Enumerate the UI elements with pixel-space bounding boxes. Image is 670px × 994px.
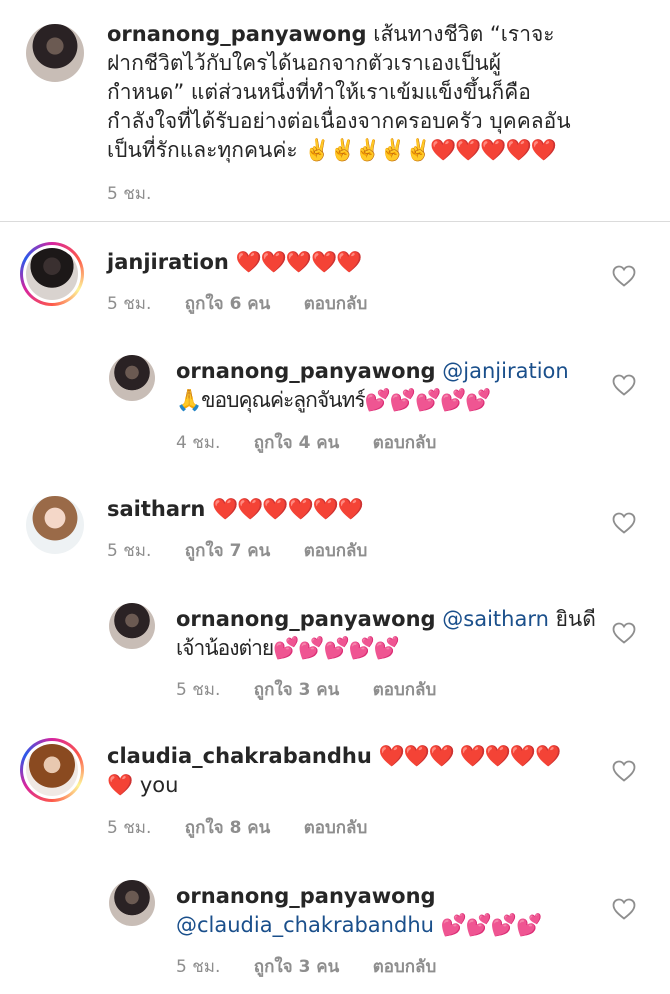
comment-body: ❤️❤️❤️ ❤️❤️❤️❤️: [378, 744, 562, 768]
like-heart-icon[interactable]: [612, 512, 636, 534]
likes-count[interactable]: ถูกใจ 7 คน: [185, 541, 271, 561]
reply-meta: 5 ชม. ถูกใจ 3 คน ตอบกลับ: [176, 953, 464, 980]
reply-button[interactable]: ตอบกลับ: [304, 541, 368, 561]
reply-meta: 4 ชม. ถูกใจ 4 คน ตอบกลับ: [176, 429, 464, 456]
caption-emoji: ✌️✌️✌️✌️✌️❤️❤️❤️❤️❤️: [304, 138, 556, 162]
reply-body-line2: เจ้าน้องต่าย💕💕💕💕💕: [176, 636, 400, 660]
likes-count[interactable]: ถูกใจ 8 คน: [185, 818, 271, 838]
likes-count[interactable]: ถูกใจ 3 คน: [254, 957, 340, 977]
reply-text: ornanong_panyawong @janjiration 🙏ขอบคุณค…: [176, 357, 596, 415]
mention-link[interactable]: @saitharn: [442, 607, 549, 631]
like-heart-icon[interactable]: [612, 760, 636, 782]
reply-body-line1: ยินดี: [555, 607, 596, 631]
like-heart-icon[interactable]: [612, 898, 636, 920]
reply-button[interactable]: ตอบกลับ: [304, 294, 368, 314]
comment-time: 5 ชม.: [107, 541, 152, 561]
reply-button[interactable]: ตอบกลับ: [373, 433, 437, 453]
mention-link[interactable]: @janjiration: [442, 359, 568, 383]
comment-meta: 5 ชม. ถูกใจ 7 คน ตอบกลับ: [107, 537, 395, 564]
caption-avatar[interactable]: [26, 24, 84, 82]
like-heart-icon[interactable]: [612, 374, 636, 396]
reply-button[interactable]: ตอบกลับ: [304, 818, 368, 838]
like-heart-icon[interactable]: [612, 622, 636, 644]
reply-button[interactable]: ตอบกลับ: [373, 680, 437, 700]
reply-username[interactable]: ornanong_panyawong: [176, 884, 436, 908]
comment-time: 5 ชม.: [107, 294, 152, 314]
like-heart-icon[interactable]: [612, 265, 636, 287]
story-ring[interactable]: [20, 242, 84, 306]
avatar[interactable]: [109, 355, 155, 401]
mention-link[interactable]: @claudia_chakrabandhu: [176, 913, 434, 937]
reply-body: 🙏ขอบคุณค่ะลูกจันทร์💕💕💕💕💕: [176, 388, 491, 412]
reply-body: 💕💕💕💕: [440, 913, 543, 937]
reply-text: ornanong_panyawong @claudia_chakrabandhu…: [176, 882, 596, 940]
avatar[interactable]: [109, 603, 155, 649]
comment-meta: 5 ชม. ถูกใจ 6 คน ตอบกลับ: [107, 290, 395, 317]
comment-meta: 5 ชม. ถูกใจ 8 คน ตอบกลับ: [107, 814, 395, 841]
comment-time: 5 ชม.: [107, 818, 152, 838]
likes-count[interactable]: ถูกใจ 3 คน: [254, 680, 340, 700]
comment-body-line2: ❤️ you: [107, 773, 179, 797]
comment-text: saitharn ❤️❤️❤️❤️❤️❤️: [107, 495, 577, 524]
comment-username[interactable]: claudia_chakrabandhu: [107, 744, 372, 768]
caption-time: 5 ชม.: [107, 184, 152, 204]
reply-text: ornanong_panyawong @saitharn ยินดี เจ้าน…: [176, 605, 596, 663]
reply-username[interactable]: ornanong_panyawong: [176, 359, 436, 383]
avatar: [26, 248, 78, 300]
reply-meta: 5 ชม. ถูกใจ 3 คน ตอบกลับ: [176, 676, 464, 703]
caption-meta: 5 ชม.: [107, 180, 179, 207]
avatar: [26, 744, 78, 796]
likes-count[interactable]: ถูกใจ 6 คน: [185, 294, 271, 314]
likes-count[interactable]: ถูกใจ 4 คน: [254, 433, 340, 453]
caption-text: ornanong_panyawong เส้นทางชีวิต “เราจะฝา…: [107, 20, 577, 165]
comment-text: claudia_chakrabandhu ❤️❤️❤️ ❤️❤️❤️❤️ ❤️ …: [107, 742, 587, 800]
comment-body: ❤️❤️❤️❤️❤️: [235, 250, 363, 274]
reply-username[interactable]: ornanong_panyawong: [176, 607, 436, 631]
reply-button[interactable]: ตอบกลับ: [373, 957, 437, 977]
reply-time: 4 ชม.: [176, 433, 221, 453]
avatar[interactable]: [26, 496, 84, 554]
caption-username[interactable]: ornanong_panyawong: [107, 22, 367, 46]
comment-body: ❤️❤️❤️❤️❤️❤️: [212, 497, 364, 521]
avatar[interactable]: [109, 880, 155, 926]
reply-time: 5 ชม.: [176, 680, 221, 700]
comment-text: janjiration ❤️❤️❤️❤️❤️: [107, 248, 577, 277]
story-ring[interactable]: [20, 738, 84, 802]
comment-username[interactable]: janjiration: [107, 250, 229, 274]
comment-username[interactable]: saitharn: [107, 497, 205, 521]
divider: [0, 221, 670, 222]
reply-time: 5 ชม.: [176, 957, 221, 977]
